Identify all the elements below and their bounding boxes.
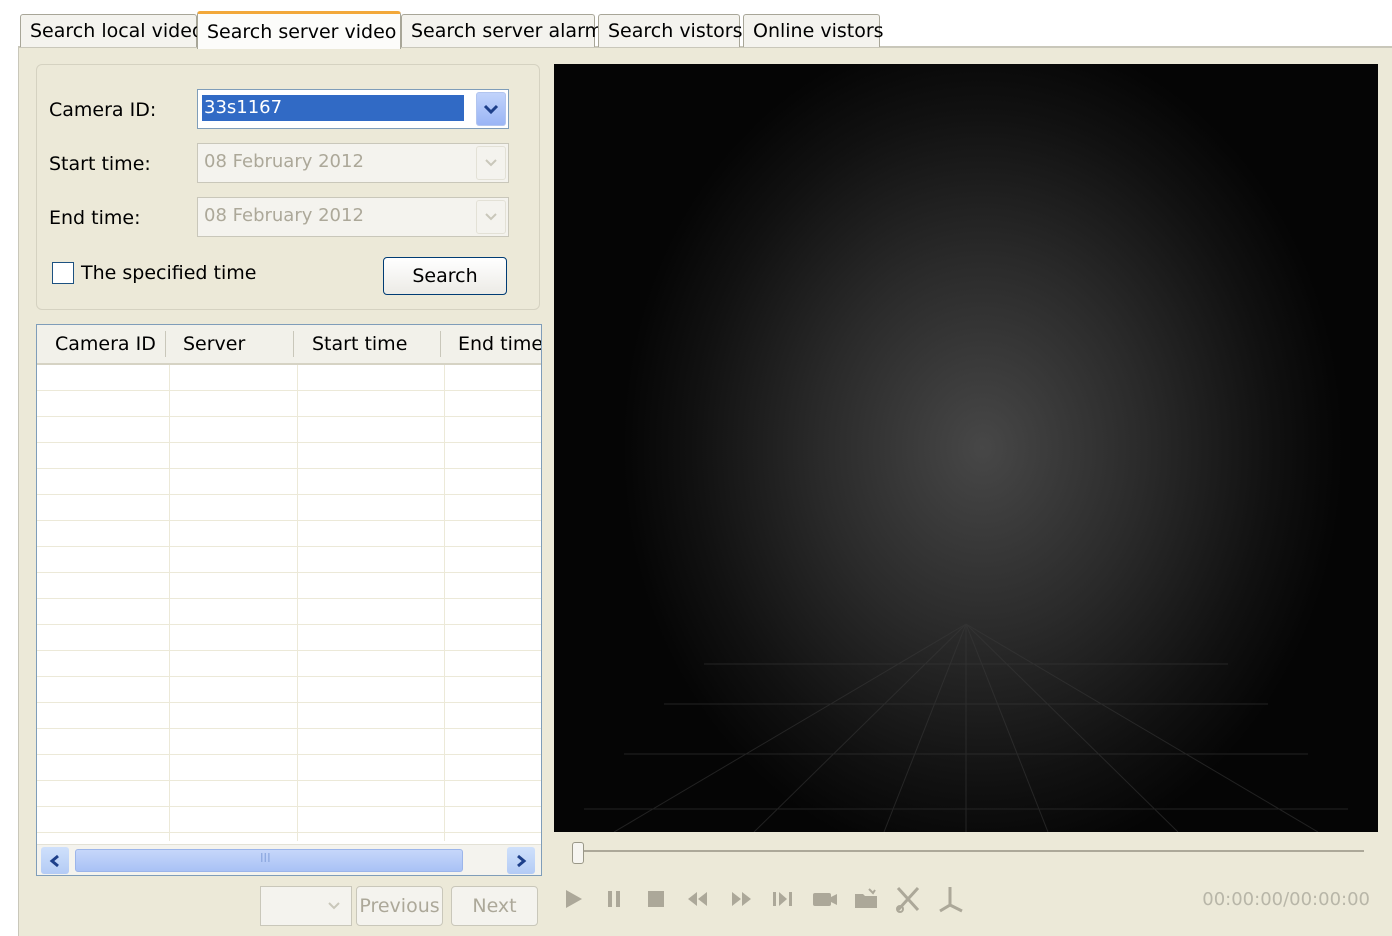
seek-slider-track[interactable] [574, 850, 1364, 852]
scroll-right-button[interactable] [507, 847, 535, 874]
specified-time-checkbox[interactable] [52, 262, 74, 284]
tab-search-vistors[interactable]: Search vistors [598, 14, 743, 47]
start-time-dropdown-button[interactable] [476, 146, 506, 180]
scroll-thumb-grip: III [260, 851, 271, 865]
tab-online-vistors[interactable]: Online vistors [743, 14, 884, 47]
tab-search-server-video[interactable]: Search server video [197, 11, 401, 49]
results-table[interactable]: Camera ID Server Start time End time III [36, 324, 542, 876]
open-folder-button[interactable] [850, 882, 884, 916]
clip-start-button[interactable] [892, 882, 926, 916]
record-icon [813, 893, 837, 906]
clip-start-icon [896, 886, 920, 913]
step-forward-button[interactable] [766, 882, 800, 916]
chevron-right-icon [517, 854, 527, 867]
play-button[interactable] [556, 882, 590, 916]
tab-label: Search server video [207, 20, 397, 43]
search-button[interactable]: Search [383, 257, 507, 295]
tab-label: Search local video [30, 20, 204, 42]
chevron-down-icon [485, 213, 497, 221]
previous-button[interactable]: Previous [356, 886, 443, 926]
pause-icon [608, 891, 620, 907]
column-header-camera-id[interactable]: Camera ID [55, 325, 156, 363]
rewind-button[interactable] [681, 882, 715, 916]
page-select[interactable] [260, 886, 352, 926]
tab-search-local-video[interactable]: Search local video [20, 14, 204, 47]
playback-timecode: 00:00:00/00:00:00 [1202, 889, 1370, 910]
column-gridline [444, 365, 445, 841]
start-time-value: 08 February 2012 [204, 151, 364, 172]
camera-id-value: 33s1167 [202, 95, 464, 121]
specified-time-label: The specified time [81, 262, 257, 284]
column-gridline [169, 365, 170, 841]
end-time-dropdown-button[interactable] [476, 200, 506, 234]
tab-label: Search vistors [608, 20, 743, 42]
tab-label: Online vistors [753, 20, 884, 42]
column-divider[interactable] [165, 331, 166, 357]
column-gridline [297, 365, 298, 841]
clip-end-button[interactable] [934, 882, 968, 916]
column-header-server[interactable]: Server [183, 325, 245, 363]
fast-forward-icon [732, 892, 751, 906]
play-icon [566, 890, 582, 908]
folder-icon [855, 888, 877, 908]
tab-search-server-alarm[interactable]: Search server alarm [401, 14, 603, 47]
table-header: Camera ID Server Start time End time [37, 325, 541, 365]
seek-slider-thumb[interactable] [572, 842, 584, 864]
chevron-down-icon [485, 159, 497, 167]
scroll-thumb[interactable]: III [75, 849, 463, 872]
next-button[interactable]: Next [451, 886, 538, 926]
page-select-dropdown-button[interactable] [319, 889, 349, 923]
camera-id-combobox[interactable]: 33s1167 [197, 89, 509, 129]
column-divider[interactable] [293, 331, 294, 357]
video-display[interactable] [554, 64, 1378, 832]
column-divider[interactable] [440, 331, 441, 357]
camera-id-label: Camera ID: [49, 99, 157, 121]
rewind-icon [688, 892, 707, 906]
end-time-value: 08 February 2012 [204, 205, 364, 226]
end-time-label: End time: [49, 207, 141, 229]
tab-label: Search server alarm [411, 20, 604, 42]
chevron-down-icon [483, 104, 499, 115]
column-header-start-time[interactable]: Start time [312, 325, 407, 363]
stop-button[interactable] [639, 882, 673, 916]
start-time-label: Start time: [49, 153, 151, 175]
end-time-picker[interactable]: 08 February 2012 [197, 197, 509, 237]
video-grid-backdrop [584, 623, 1348, 832]
camera-id-dropdown-button[interactable] [476, 92, 506, 126]
table-rows-area [37, 365, 541, 845]
chevron-left-icon [49, 854, 59, 867]
pause-button[interactable] [597, 882, 631, 916]
clip-end-icon [939, 887, 963, 913]
fast-forward-button[interactable] [724, 882, 758, 916]
record-button[interactable] [808, 882, 842, 916]
horizontal-scrollbar[interactable]: III [37, 844, 541, 875]
stop-icon [648, 891, 664, 907]
chevron-down-icon [328, 902, 340, 910]
column-header-end-time[interactable]: End time [458, 325, 541, 363]
start-time-picker[interactable]: 08 February 2012 [197, 143, 509, 183]
scroll-left-button[interactable] [41, 847, 69, 874]
search-criteria-group: Camera ID: 33s1167 Start time: 08 Februa… [36, 64, 540, 310]
step-forward-icon [773, 892, 792, 906]
